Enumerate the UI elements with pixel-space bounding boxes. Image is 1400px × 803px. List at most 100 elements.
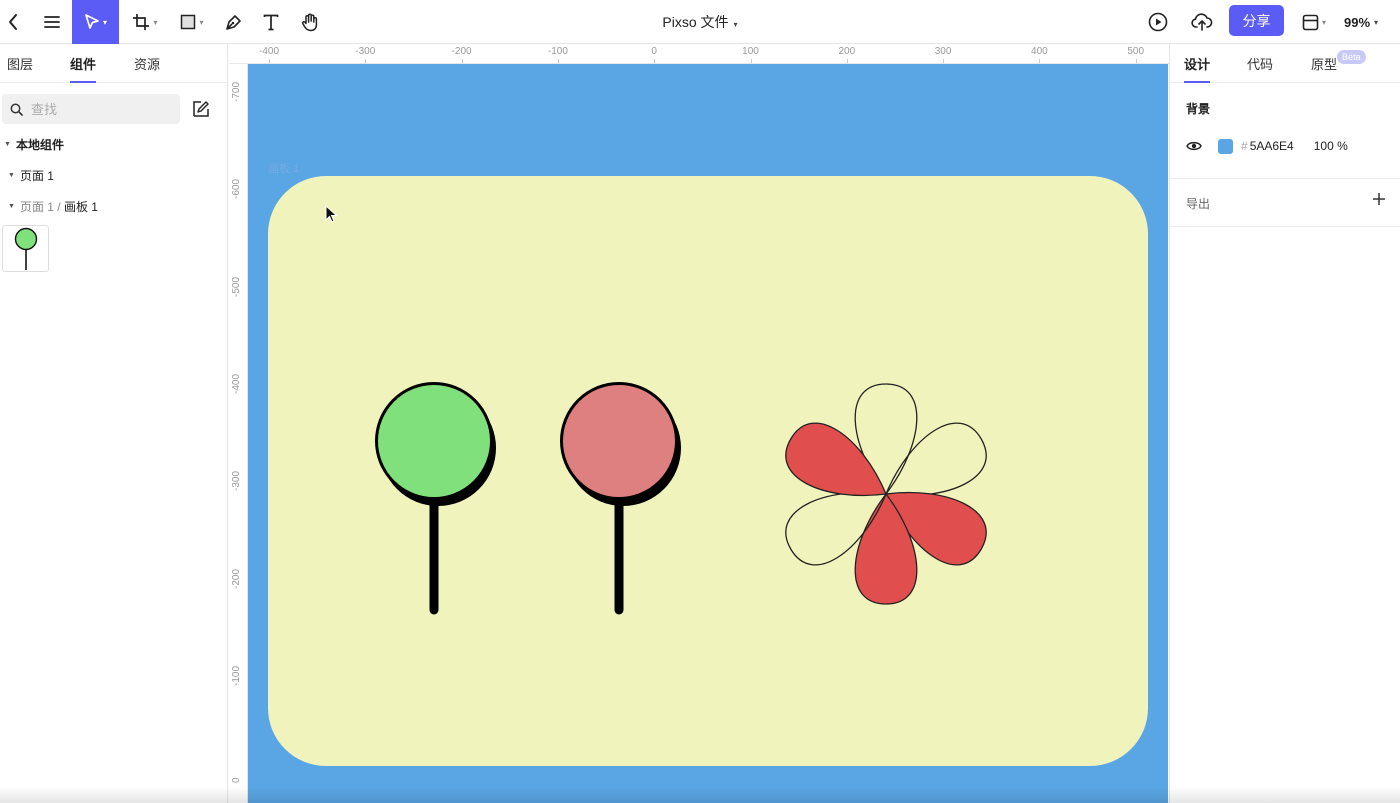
frame-label[interactable]: 画板 1: [268, 160, 299, 176]
pen-tool-button[interactable]: [222, 0, 244, 44]
ruler-x-label: 200: [838, 46, 856, 57]
text-tool-button[interactable]: [260, 0, 282, 44]
export-section-title: 导出: [1186, 197, 1211, 211]
layout-dropdown-icon: ▾: [1321, 17, 1326, 27]
present-button[interactable]: [1146, 0, 1170, 44]
artboard[interactable]: [268, 176, 1148, 766]
zoom-value: 99%: [1344, 14, 1371, 30]
library-icon: [193, 101, 209, 117]
zoom-dropdown[interactable]: 99% ▾: [1344, 0, 1378, 44]
collapse-icon: ▼: [4, 141, 11, 148]
rectangle-tool-dropdown-icon: ▾: [199, 17, 204, 27]
play-icon: [1148, 12, 1168, 32]
share-button[interactable]: 分享: [1229, 5, 1284, 36]
ruler-x-label: 100: [742, 46, 759, 57]
ruler-x-label: -400: [258, 46, 280, 57]
add-export-button[interactable]: [1372, 192, 1386, 211]
ruler-y-label: -700: [231, 81, 242, 102]
ruler-x-label: -200: [451, 46, 472, 57]
layout-button[interactable]: ▾: [1298, 0, 1330, 44]
background-opacity-input[interactable]: 100 %: [1314, 139, 1348, 153]
text-tool-icon: [263, 14, 279, 30]
ruler-x-tick: [750, 59, 752, 63]
frame-group-item[interactable]: ▼ 页面 1 / 画板 1: [8, 198, 98, 215]
local-components-section[interactable]: ▼ 本地组件: [4, 136, 64, 153]
menu-icon: [44, 16, 60, 28]
ruler-y-label: -200: [231, 568, 242, 589]
artboard-shapes: [375, 382, 996, 615]
background-section-title: 背景: [1186, 102, 1211, 116]
ruler-x-tick: [269, 59, 270, 63]
ruler-y-label: -100: [231, 665, 242, 686]
plus-icon: [1373, 193, 1385, 205]
ruler-x-tick: [365, 59, 367, 63]
document-title[interactable]: Pixso 文件 ▾: [662, 12, 737, 32]
pen-tool-icon: [225, 14, 241, 30]
background-hex-input[interactable]: 5AA6E4: [1250, 139, 1294, 153]
rectangle-tool-button[interactable]: ▾: [175, 0, 209, 44]
hand-tool-icon: [302, 13, 318, 31]
document-title-text: Pixso 文件: [662, 14, 729, 30]
ruler-x-label: 0: [651, 46, 657, 57]
eye-icon[interactable]: [1186, 140, 1202, 152]
lollipop-red[interactable]: [560, 382, 682, 615]
back-icon: [9, 14, 17, 30]
library-button[interactable]: [192, 100, 210, 123]
background-color-swatch[interactable]: [1218, 138, 1233, 154]
horizontal-ruler: -400 -300 -200 -100 0 100 200 300 400 500: [229, 44, 1169, 64]
ruler-x-tick: [461, 59, 463, 63]
lollipop-green[interactable]: [375, 382, 497, 615]
top-toolbar: ▾ ▾ ▾ Pixso 文件 ▾ 分享 ▾ 99% ▾: [0, 0, 1400, 44]
right-panel-tabs: 设计 代码 原型 Beta: [1170, 44, 1400, 83]
layout-icon: [1302, 14, 1319, 30]
back-button[interactable]: [0, 0, 26, 44]
component-thumbnail[interactable]: [2, 225, 49, 272]
ruler-x-tick: [557, 59, 559, 63]
tab-design[interactable]: 设计: [1184, 44, 1211, 83]
main-menu-button[interactable]: [38, 0, 66, 44]
upload-cloud-icon: [1191, 13, 1213, 31]
ruler-x-tick: [1039, 59, 1041, 63]
hex-prefix: #: [1241, 139, 1248, 153]
flower-shape[interactable]: [775, 383, 996, 605]
breadcrumb-frame: 画板 1: [63, 200, 98, 214]
lollipop-thumbnail-icon: [14, 227, 38, 270]
ruler-y-label: -300: [231, 471, 242, 492]
component-search[interactable]: [2, 94, 180, 124]
ruler-x-tick: [654, 59, 656, 63]
left-panel-tabs: 图层 组件 资源: [0, 44, 227, 83]
ruler-x-tick: [1135, 59, 1137, 63]
tab-components[interactable]: 组件: [70, 44, 97, 83]
ruler-y-label: -400: [231, 373, 242, 394]
frame-tool-button[interactable]: ▾: [128, 0, 162, 44]
document-title-dropdown-icon: ▾: [733, 20, 738, 29]
beta-badge: Beta: [1337, 50, 1366, 64]
hand-tool-button[interactable]: [298, 0, 322, 44]
page-group-item[interactable]: ▼ 页面 1: [8, 167, 54, 184]
rectangle-tool-icon: [181, 14, 196, 30]
move-tool-dropdown-icon: ▾: [102, 17, 107, 27]
ruler-x-tick: [846, 59, 848, 63]
collapse-icon: ▼: [8, 203, 15, 210]
vertical-ruler: -700 -600 -500 -400 -300 -200 -100 0: [229, 64, 248, 803]
ruler-y-label: 0: [231, 777, 242, 784]
canvas[interactable]: 画板 1: [248, 64, 1168, 803]
ruler-x-tick: [943, 59, 945, 63]
tab-code[interactable]: 代码: [1247, 44, 1273, 83]
tab-prototype[interactable]: 原型: [1311, 44, 1337, 83]
section-divider: [1170, 178, 1400, 179]
section-divider: [1170, 226, 1400, 227]
ruler-y-label: -500: [231, 276, 242, 297]
move-tool-button[interactable]: ▾: [72, 0, 119, 44]
frame-tool-dropdown-icon: ▾: [153, 17, 158, 27]
ruler-x-label: -100: [547, 46, 568, 57]
move-tool-icon: [85, 14, 99, 29]
ruler-x-label: 500: [1127, 46, 1145, 57]
mouse-cursor-icon: [325, 204, 339, 228]
tab-assets[interactable]: 资源: [134, 44, 160, 83]
search-input[interactable]: [31, 101, 171, 117]
upload-button[interactable]: [1189, 0, 1215, 44]
tab-layers[interactable]: 图层: [7, 44, 33, 83]
ruler-x-label: 300: [934, 46, 952, 57]
ruler-x-label: 400: [1031, 46, 1048, 57]
